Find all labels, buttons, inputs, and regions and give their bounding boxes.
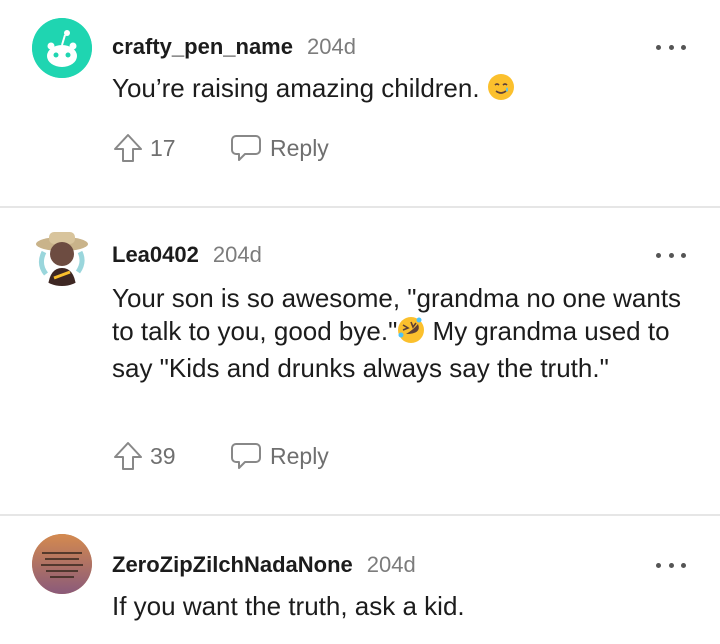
reply-label: Reply [270,134,329,161]
comment-text: If you want the truth, ask a kid. [112,591,465,621]
avatar[interactable] [32,226,92,286]
smiling-face-with-tear-icon [487,73,515,109]
more-options-icon[interactable] [656,42,686,52]
more-options-icon[interactable] [656,560,686,570]
comment-body: If you want the truth, ask a kid. [112,590,692,623]
username[interactable]: Lea0402 [112,242,199,268]
upvote-button[interactable]: 39 [112,440,230,472]
comment: Lea0402 204d Your son is so awesome, "gr… [0,208,720,514]
comment: crafty_pen_name 204d You’re raising amaz… [0,0,720,206]
reply-bubble-icon [231,135,261,161]
upvote-count: 39 [150,442,176,469]
comment-age: 204d [212,242,262,267]
username[interactable]: crafty_pen_name [112,34,293,60]
upvote-count: 17 [150,134,176,161]
avatar[interactable] [32,534,92,594]
upvote-arrow-icon [114,442,142,470]
comment-body: Your son is so awesome, "grandma no one … [112,282,692,385]
reply-button[interactable]: Reply [230,441,329,471]
reply-bubble-icon [231,443,261,469]
username[interactable]: ZeroZipZilchNadaNone [112,552,353,578]
reply-label: Reply [270,442,329,469]
comment-age: 204d [306,34,356,59]
rolling-on-floor-laughing-icon [397,316,425,352]
reply-button[interactable]: Reply [230,133,329,163]
more-options-icon[interactable] [656,250,686,260]
avatar[interactable] [32,18,92,78]
upvote-button[interactable]: 17 [112,132,230,164]
comment-text: You’re raising amazing children. [112,73,480,103]
comment-body: You’re raising amazing children. [112,72,692,109]
comment-age: 204d [366,552,416,577]
comment: ZeroZipZilchNadaNone 204d If you want th… [0,516,720,644]
upvote-arrow-icon [114,134,142,162]
